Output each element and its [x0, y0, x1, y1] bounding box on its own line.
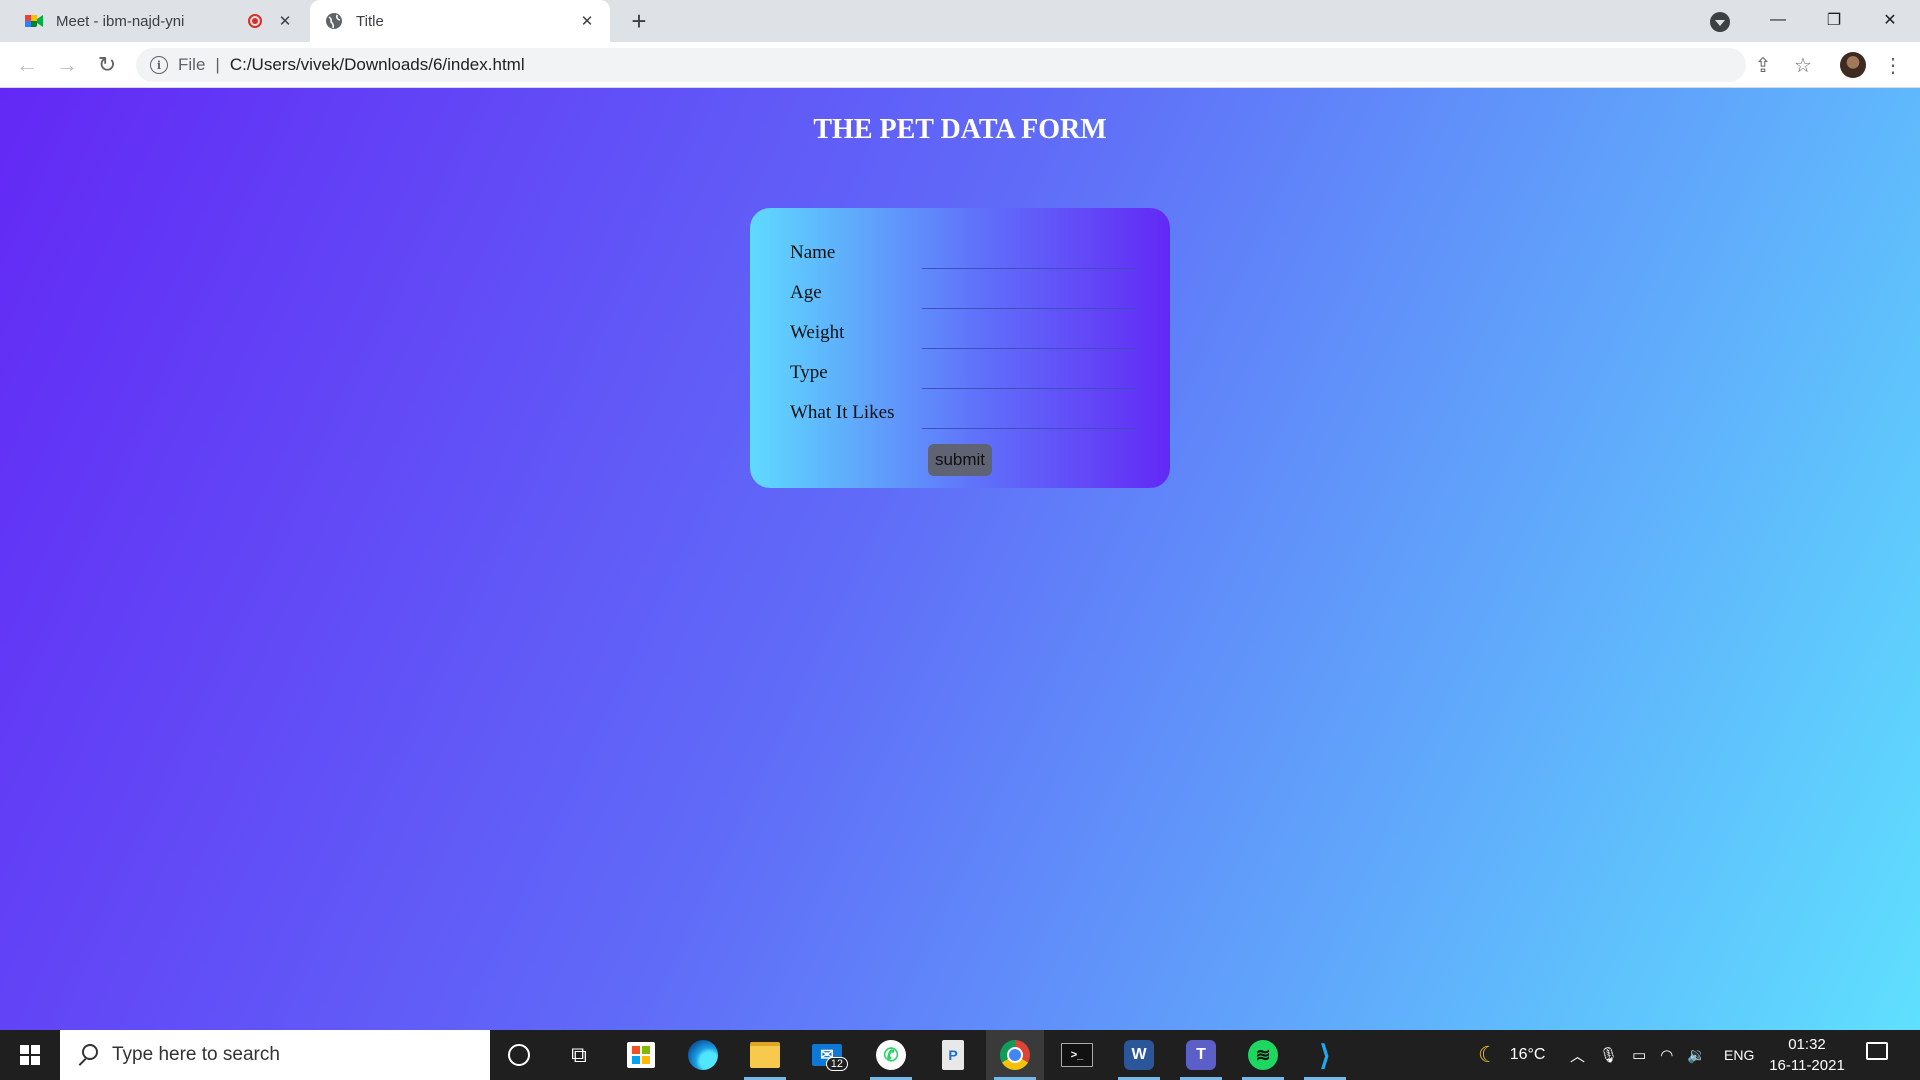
search-placeholder: Type here to search [112, 1044, 280, 1065]
tab-meet[interactable]: Meet - ibm-najd-yni ✕ [0, 0, 308, 42]
likes-label: What It Likes [790, 402, 895, 423]
document-icon: P [942, 1040, 964, 1070]
likes-input[interactable] [922, 394, 1138, 429]
weight-label: Weight [790, 322, 845, 343]
page-background: THE PET DATA FORM Name Age Weight Type W… [0, 88, 1920, 1030]
pet-data-form: Name Age Weight Type What It Likes submi… [750, 208, 1170, 488]
vscode-icon: ⟩ [1319, 1039, 1331, 1071]
taskbar-vscode[interactable]: ⟩ [1296, 1030, 1354, 1080]
google-meet-icon [24, 11, 44, 31]
site-info-icon[interactable]: i [150, 56, 168, 74]
taskbar-search-box[interactable]: Type here to search [60, 1030, 490, 1080]
taskbar-whatsapp[interactable]: ✆ [862, 1030, 920, 1080]
taskbar-spotify[interactable]: ≋ [1234, 1030, 1292, 1080]
whatsapp-icon: ✆ [876, 1040, 906, 1070]
restore-button[interactable]: ❐ [1806, 0, 1862, 40]
teams-icon: T [1186, 1040, 1216, 1070]
close-window-button[interactable]: ✕ [1862, 0, 1918, 40]
volume-icon[interactable]: 🔉 [1687, 1046, 1706, 1064]
taskbar-file-explorer[interactable] [736, 1030, 794, 1080]
type-label: Type [790, 362, 828, 383]
spotify-icon: ≋ [1248, 1040, 1278, 1070]
taskbar-document-app[interactable]: P [924, 1030, 982, 1080]
tab-title-page[interactable]: Title ✕ [310, 0, 610, 42]
notification-center-icon[interactable] [1866, 1042, 1888, 1060]
type-input[interactable] [922, 354, 1138, 389]
name-input[interactable] [922, 234, 1138, 269]
submit-button[interactable]: submit [928, 444, 992, 476]
chevron-up-icon[interactable]: ︿ [1570, 1045, 1585, 1066]
taskbar-word[interactable]: W [1110, 1030, 1168, 1080]
taskbar-edge[interactable] [674, 1030, 732, 1080]
browser-titlebar: Meet - ibm-najd-yni ✕ Title ✕ + — ❐ ✕ [0, 0, 1920, 42]
taskbar-store[interactable] [612, 1030, 670, 1080]
cortana-circle-icon [508, 1044, 530, 1066]
microphone-icon[interactable]: 🎙 [1599, 1046, 1618, 1064]
close-tab-icon[interactable]: ✕ [576, 12, 598, 30]
forward-arrow-icon[interactable]: → [52, 50, 82, 80]
task-view-icon: ⧉ [571, 1042, 587, 1067]
profile-avatar[interactable] [1840, 52, 1866, 78]
age-row: Age [790, 272, 1138, 312]
age-input[interactable] [922, 274, 1138, 309]
battery-icon[interactable]: ▭ [1632, 1046, 1646, 1064]
windows-logo-icon [20, 1045, 40, 1065]
bookmark-star-icon[interactable]: ☆ [1788, 50, 1818, 80]
mail-icon: ✉ 12 [812, 1044, 848, 1071]
clock-date: 16-11-2021 [1769, 1057, 1845, 1074]
back-arrow-icon[interactable]: ← [12, 50, 42, 80]
weather-widget[interactable]: ☾ 16°C [1478, 1030, 1545, 1080]
clock-time: 01:32 [1788, 1036, 1826, 1053]
tab-search-icon[interactable] [1710, 12, 1730, 32]
windows-taskbar: Type here to search ⧉ ✉ 12 ✆ P >_ W T ≋ … [0, 1030, 1920, 1080]
type-row: Type [790, 352, 1138, 392]
word-icon: W [1124, 1040, 1154, 1070]
url-separator: | [215, 55, 220, 74]
recording-icon [248, 14, 262, 28]
taskbar-teams[interactable]: T [1172, 1030, 1230, 1080]
share-icon[interactable]: ⇪ [1748, 50, 1778, 80]
taskbar-chrome[interactable] [986, 1030, 1044, 1080]
chrome-icon [1000, 1040, 1030, 1070]
tab-title: Meet - ibm-najd-yni [56, 12, 185, 30]
search-icon [76, 1044, 98, 1066]
taskbar-terminal[interactable]: >_ [1048, 1030, 1106, 1080]
moon-icon: ☾ [1478, 1042, 1498, 1067]
name-label: Name [790, 242, 836, 263]
system-tray-icons: ︿ 🎙 ▭ ◠ 🔉 [1570, 1030, 1720, 1080]
tab-title: Title [356, 12, 384, 30]
new-tab-button[interactable]: + [624, 6, 654, 36]
cortana-button[interactable] [490, 1030, 548, 1080]
folder-icon [750, 1042, 780, 1068]
reload-icon[interactable]: ↻ [92, 50, 122, 80]
menu-kebab-icon[interactable]: ⋮ [1878, 50, 1908, 80]
address-bar[interactable]: i File | C:/Users/vivek/Downloads/6/inde… [136, 48, 1746, 82]
start-button[interactable] [0, 1030, 60, 1080]
name-row: Name [790, 232, 1138, 272]
wifi-icon[interactable]: ◠ [1660, 1046, 1673, 1064]
globe-icon [324, 11, 344, 31]
url-scheme: File [178, 55, 206, 74]
weight-input[interactable] [922, 314, 1138, 349]
weight-row: Weight [790, 312, 1138, 352]
mail-badge: 12 [825, 1057, 848, 1071]
url-text: C:/Users/vivek/Downloads/6/index.html [229, 55, 525, 74]
page-title: THE PET DATA FORM [813, 114, 1107, 145]
browser-toolbar: ← → ↻ i File | C:/Users/vivek/Downloads/… [0, 42, 1920, 88]
clock[interactable]: 01:32 16-11-2021 [1762, 1034, 1852, 1076]
taskbar-mail[interactable]: ✉ 12 [798, 1030, 856, 1080]
minimize-button[interactable]: — [1750, 0, 1806, 40]
weather-temp: 16°C [1509, 1046, 1546, 1063]
task-view-button[interactable]: ⧉ [550, 1030, 608, 1080]
microsoft-store-icon [627, 1042, 655, 1068]
age-label: Age [790, 282, 822, 303]
likes-row: What It Likes [790, 392, 1138, 432]
close-tab-icon[interactable]: ✕ [274, 12, 296, 30]
terminal-icon: >_ [1061, 1043, 1093, 1067]
edge-icon [688, 1040, 718, 1070]
language-indicator[interactable]: ENG [1724, 1030, 1754, 1080]
